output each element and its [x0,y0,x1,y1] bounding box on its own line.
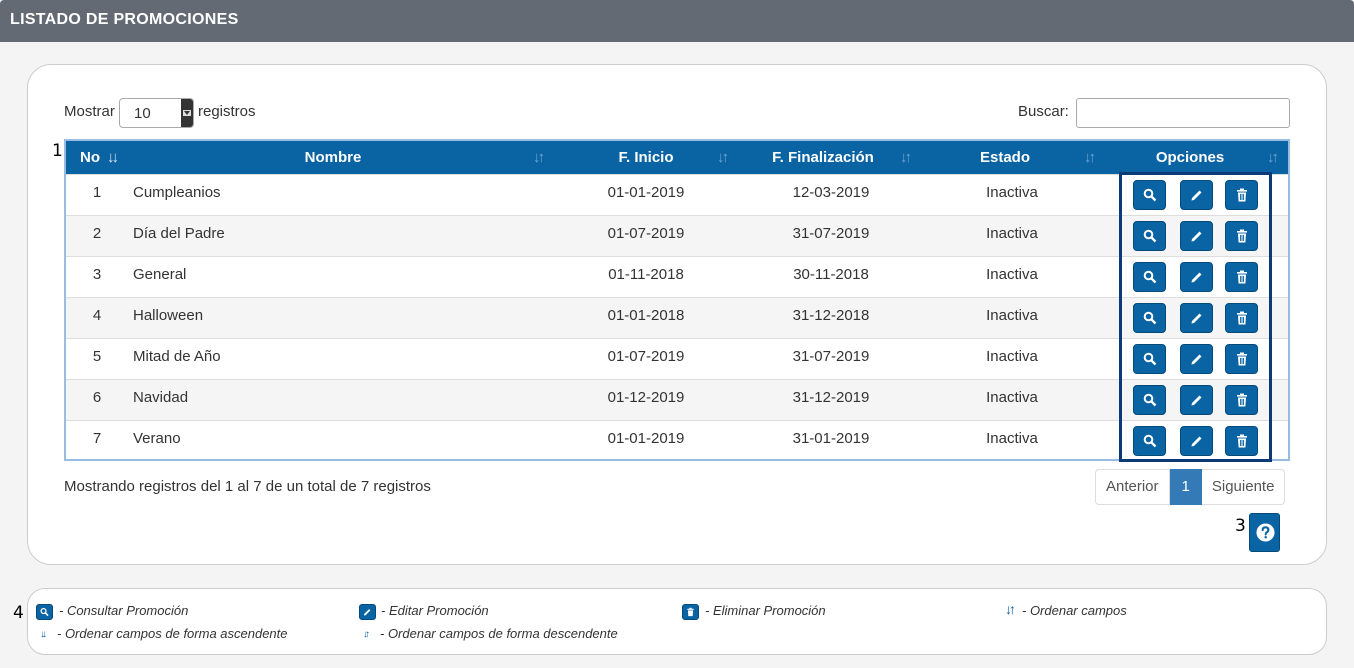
cell-fin: 31-12-2018 [792,307,870,324]
cell-inicio: 01-12-2019 [607,389,685,406]
cell-estado: Inactiva [986,430,1038,447]
trash-icon [687,607,694,617]
promotions-table: No ↓↓ Nombre ↓↑ F. Inicio ↓↑ F. Finaliza… [64,139,1290,461]
legend-edit-text: - Editar Promoción [381,603,489,618]
cell-inicio: 01-07-2019 [607,348,685,365]
table-row: 4 Halloween 01-01-2018 31-12-2018 Inacti… [66,297,1288,338]
legend-delete-text: - Eliminar Promoción [705,603,826,618]
prev-page-button[interactable]: Anterior [1095,469,1170,505]
legend-sort-desc-text: - Ordenar campos de forma descendente [380,626,618,641]
sort-icon[interactable]: ↓↑ [1084,149,1096,166]
marker-1: 1 [52,141,63,161]
search-icon [40,607,49,617]
col-header-inicio[interactable]: F. Inicio [586,149,706,166]
table-header: No ↓↓ Nombre ↓↑ F. Inicio ↓↑ F. Finaliza… [66,141,1288,174]
help-button[interactable] [1249,513,1280,552]
cell-inicio: 01-11-2018 [608,266,684,283]
sort-icon[interactable]: ↓↑ [717,149,729,166]
cell-estado: Inactiva [986,225,1038,242]
cell-estado: Inactiva [986,389,1038,406]
cell-fin: 31-12-2019 [792,389,870,406]
cell-fin: 31-01-2019 [792,430,870,447]
options-highlight-box [1119,172,1272,462]
cell-no: 6 [92,389,102,406]
table-row: 1 Cumpleanios 01-01-2019 12-03-2019 Inac… [66,174,1288,215]
sort-icon[interactable]: ↓↑ [533,149,545,166]
cell-no: 1 [92,184,102,201]
cell-fin: 31-07-2019 [792,348,870,365]
cell-nombre: Verano [133,430,181,447]
cell-fin: 31-07-2019 [792,225,870,242]
cell-nombre: General [133,266,187,283]
cell-nombre: Cumpleanios [133,184,221,201]
show-label: Mostrar [64,103,115,120]
cell-estado: Inactiva [986,266,1038,283]
legend-panel [27,588,1327,655]
cell-no: 3 [92,266,102,283]
cell-inicio: 01-01-2018 [607,307,685,324]
records-info: Mostrando registros del 1 al 7 de un tot… [64,478,431,495]
col-header-no[interactable]: No [80,149,100,166]
records-label: registros [198,103,256,120]
cell-nombre: Día del Padre [133,225,225,242]
col-header-estado[interactable]: Estado [952,149,1058,166]
cell-nombre: Mitad de Año [133,348,221,365]
col-header-opciones[interactable]: Opciones [1126,149,1254,166]
cell-no: 2 [92,225,102,242]
next-page-button[interactable]: Siguiente [1201,469,1286,505]
page-1-button[interactable]: 1 [1169,469,1202,505]
table-row: 3 General 01-11-2018 30-11-2018 Inactiva [66,256,1288,297]
cell-fin: 30-11-2018 [793,266,869,283]
pagination: Anterior 1 Siguiente [1095,469,1286,505]
sort-icon: ↓↑ [1005,601,1016,617]
cell-estado: Inactiva [986,307,1038,324]
col-header-fin[interactable]: F. Finalización [756,149,890,166]
table-row: 2 Día del Padre 01-07-2019 31-07-2019 In… [66,215,1288,256]
legend-view-icon [36,604,53,620]
table-row: 7 Verano 01-01-2019 31-01-2019 Inactiva [66,420,1288,461]
sort-icon[interactable]: ↓↑ [1267,149,1279,166]
search-label: Buscar: [1018,103,1069,120]
page-size-select[interactable]: 10 [119,98,194,128]
marker-3: 3 [1235,516,1246,536]
sort-desc-icon: ↓↑ [363,629,370,640]
marker-4: 4 [13,603,24,623]
table-row: 5 Mitad de Año 01-07-2019 31-07-2019 Ina… [66,338,1288,379]
cell-no: 4 [92,307,102,324]
pencil-icon [363,609,371,616]
cell-nombre: Navidad [133,389,189,406]
legend-view-text: - Consultar Promoción [59,603,189,618]
search-input[interactable] [1076,98,1290,128]
col-header-nombre[interactable]: Nombre [266,149,400,166]
cell-inicio: 01-07-2019 [607,225,685,242]
sort-asc-icon[interactable]: ↓↓ [107,149,119,166]
page-title: LISTADO DE PROMOCIONES [10,11,239,28]
cell-inicio: 01-01-2019 [607,430,685,447]
chevron-down-icon [181,99,193,127]
legend-delete-icon [682,604,699,620]
question-icon [1256,523,1275,542]
sort-asc-icon: ↓↓ [40,629,47,640]
table-row: 6 Navidad 01-12-2019 31-12-2019 Inactiva [66,379,1288,420]
cell-no: 5 [92,348,102,365]
cell-estado: Inactiva [986,184,1038,201]
page-size-value: 10 [134,105,151,122]
legend-edit-icon [359,604,376,620]
legend-sort-text: - Ordenar campos [1022,603,1127,618]
title-bar: LISTADO DE PROMOCIONES [0,0,1354,42]
cell-fin: 12-03-2019 [792,184,870,201]
cell-estado: Inactiva [986,348,1038,365]
cell-inicio: 01-01-2019 [607,184,685,201]
sort-icon[interactable]: ↓↑ [900,149,912,166]
legend-sort-asc-text: - Ordenar campos de forma ascendente [57,626,288,641]
cell-nombre: Halloween [133,307,204,324]
cell-no: 7 [92,430,102,447]
